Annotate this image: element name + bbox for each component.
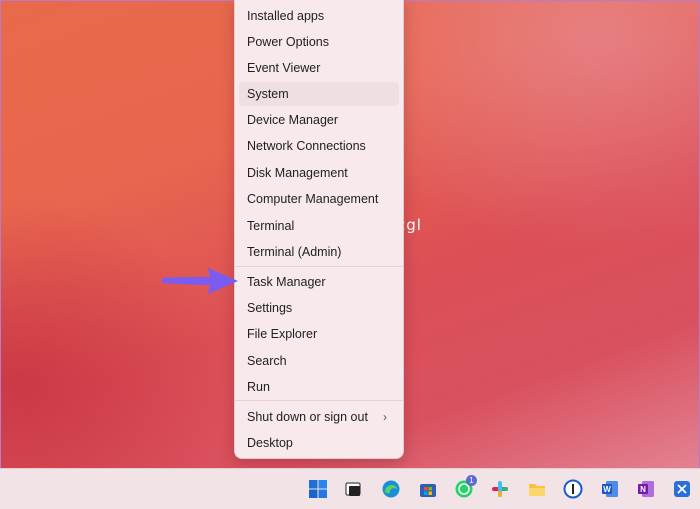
menu-item-label: Computer Management (247, 192, 379, 206)
menu-item-event-viewer[interactable]: Event Viewer (239, 56, 399, 80)
menu-item-settings[interactable]: Settings (239, 296, 399, 320)
svg-text:W: W (603, 485, 611, 494)
menu-item-label: Network Connections (247, 139, 366, 153)
store-icon[interactable] (418, 479, 438, 499)
menu-item-label: Terminal (247, 219, 295, 233)
menu-separator (235, 400, 403, 401)
menu-item-file-explorer[interactable]: File Explorer (239, 322, 399, 346)
slack-icon[interactable] (490, 479, 510, 499)
menu-item-power-options[interactable]: Power Options (239, 30, 399, 54)
menu-item-label: File Explorer (247, 327, 318, 341)
edge-icon[interactable] (381, 479, 401, 499)
menu-item-label: Settings (247, 301, 293, 315)
word-icon[interactable]: W (600, 479, 620, 499)
menu-item-task-manager[interactable]: Task Manager (239, 270, 399, 294)
menu-item-label: Installed apps (247, 9, 325, 23)
whatsapp-notification-badge: 1 (466, 475, 477, 486)
menu-item-device-manager[interactable]: Device Manager (239, 108, 399, 132)
menu-item-computer-management[interactable]: Computer Management (239, 187, 399, 211)
menu-separator (235, 266, 403, 267)
file-explorer-icon[interactable] (527, 479, 547, 499)
menu-item-search[interactable]: Search (239, 349, 399, 373)
taskbar: W N (0, 468, 700, 509)
pointer-arrow-icon (162, 268, 238, 294)
menu-item-label: Search (247, 354, 287, 368)
menu-item-desktop[interactable]: Desktop (239, 431, 399, 455)
menu-item-label: Task Manager (247, 275, 326, 289)
menu-item-label: Desktop (247, 436, 293, 450)
menu-item-network-connections[interactable]: Network Connections (239, 134, 399, 158)
menu-item-shut-down[interactable]: Shut down or sign out › (239, 405, 399, 429)
menu-item-label: Disk Management (247, 166, 348, 180)
chevron-right-icon: › (383, 410, 387, 424)
menu-item-system[interactable]: System (239, 82, 399, 106)
menu-item-disk-management[interactable]: Disk Management (239, 161, 399, 185)
windows-start-icon[interactable] (308, 479, 328, 499)
menu-item-terminal-admin[interactable]: Terminal (Admin) (239, 240, 399, 264)
menu-item-label: Device Manager (247, 113, 339, 127)
snipping-tool-icon[interactable] (672, 479, 692, 499)
menu-item-terminal[interactable]: Terminal (239, 214, 399, 238)
onepassword-icon[interactable] (563, 479, 583, 499)
menu-item-label: Event Viewer (247, 61, 321, 75)
menu-item-installed-apps[interactable]: Installed apps (239, 4, 399, 28)
svg-text:N: N (640, 485, 646, 494)
onenote-icon[interactable]: N (636, 479, 656, 499)
menu-item-label: Run (247, 380, 270, 394)
menu-item-label: Power Options (247, 35, 329, 49)
winx-context-menu: Installed apps Power Options Event Viewe… (234, 0, 404, 459)
menu-item-label: System (247, 87, 289, 101)
menu-item-label: Shut down or sign out (247, 410, 368, 424)
menu-item-label: Terminal (Admin) (247, 245, 342, 259)
menu-item-run[interactable]: Run (239, 375, 399, 399)
task-view-icon[interactable] (344, 479, 364, 499)
